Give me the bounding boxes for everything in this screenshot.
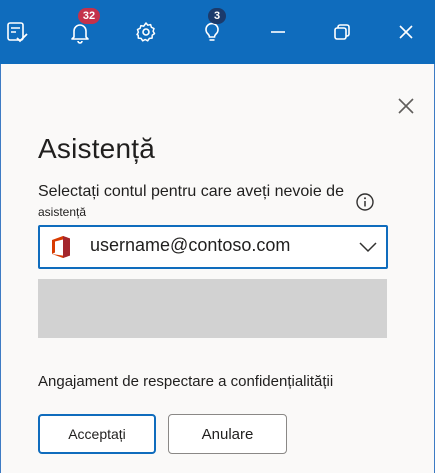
task-check-icon[interactable] — [1, 16, 33, 48]
account-dropdown-value: username@contoso.com — [90, 235, 291, 255]
cancel-button[interactable]: Anulare — [168, 414, 287, 454]
panel-title: Asistență — [38, 133, 155, 164]
lightbulb-icon[interactable]: 3 — [196, 8, 228, 48]
restore-icon[interactable] — [326, 16, 358, 48]
account-label-continued: asistență — [38, 205, 87, 219]
accept-button[interactable]: Acceptați — [38, 414, 156, 454]
account-dropdown[interactable]: username@contoso.com — [38, 225, 388, 269]
office-logo-icon — [50, 235, 72, 259]
title-bar: 32 3 — [0, 0, 435, 64]
content-placeholder — [38, 279, 387, 338]
close-icon[interactable] — [390, 16, 422, 48]
panel-close-icon[interactable] — [396, 96, 416, 116]
privacy-statement-link[interactable]: Angajament de respectare a confidențiali… — [38, 373, 333, 390]
account-label: Selectați contul pentru care aveți nevoi… — [38, 183, 344, 200]
minimize-icon[interactable] — [262, 16, 294, 48]
gear-icon[interactable] — [130, 16, 162, 48]
notifications-bell-icon[interactable]: 32 — [64, 8, 100, 48]
ideas-badge: 3 — [208, 8, 226, 24]
chevron-down-icon — [358, 237, 378, 257]
notifications-badge: 32 — [78, 8, 100, 24]
info-icon[interactable] — [355, 192, 375, 212]
